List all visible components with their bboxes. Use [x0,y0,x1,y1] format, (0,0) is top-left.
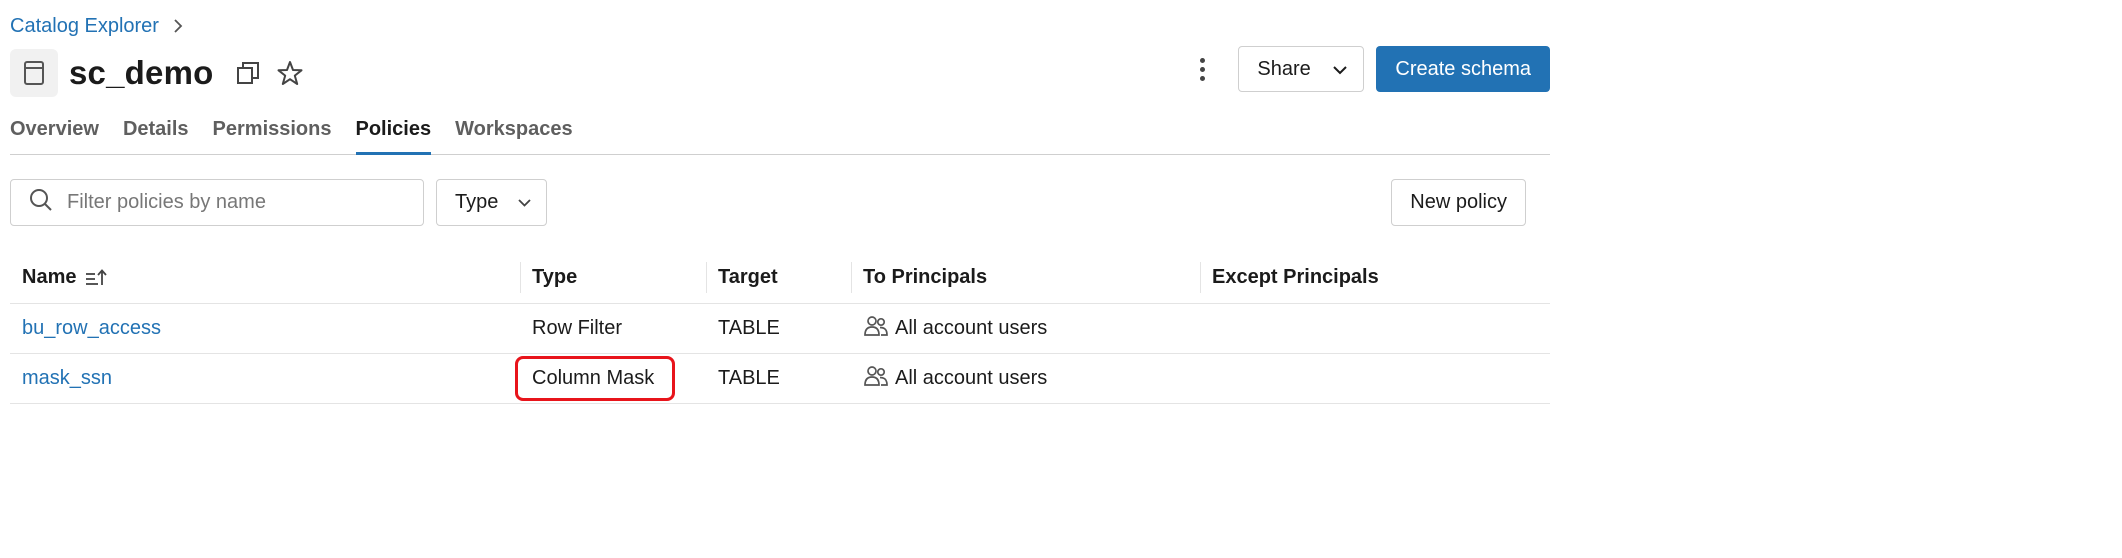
page-title: sc_demo [69,54,214,91]
users-icon [863,365,889,393]
chevron-right-icon [173,19,183,33]
copy-icon[interactable] [235,60,261,86]
create-schema-button[interactable]: Create schema [1376,46,1550,92]
chevron-down-icon [518,191,531,214]
type-filter-dropdown[interactable]: Type [436,179,547,226]
schema-icon [10,49,58,97]
policy-target: TABLE [718,317,780,339]
column-header-type[interactable]: Type [520,252,706,303]
policies-table: Name Type Target To Principals Except Pr… [10,252,1550,404]
kebab-menu-icon[interactable] [1188,46,1216,92]
policy-type: Row Filter [532,317,623,339]
users-icon [863,315,889,343]
principal-label: All account users [895,317,1048,339]
tab-workspaces[interactable]: Workspaces [455,108,572,154]
breadcrumb-catalog-explorer[interactable]: Catalog Explorer [10,15,159,38]
policy-target: TABLE [718,367,780,389]
column-header-to-principals[interactable]: To Principals [851,252,1200,303]
column-header-target[interactable]: Target [706,252,851,303]
table-row[interactable]: bu_row_access Row Filter TABLE All accou… [10,304,1550,354]
catalog-explorer-page: Catalog Explorer sc_demo Share Create sc… [0,0,1560,558]
principal-entry: All account users [863,365,1047,393]
breadcrumb: Catalog Explorer [10,12,183,40]
share-button[interactable]: Share [1238,46,1365,92]
search-input[interactable] [65,190,399,215]
tab-details[interactable]: Details [123,108,189,154]
search-icon [29,188,53,217]
except-principals [1200,354,1550,403]
page-header: sc_demo [10,48,303,98]
table-header-row: Name Type Target To Principals Except Pr… [10,252,1550,304]
sort-ascending-icon[interactable] [84,268,108,288]
policy-name-link[interactable]: bu_row_access [22,317,161,340]
tab-bar: Overview Details Permissions Policies Wo… [10,108,1550,155]
policy-name-link[interactable]: mask_ssn [22,367,112,390]
principal-entry: All account users [863,315,1047,343]
column-header-except-principals[interactable]: Except Principals [1200,252,1550,303]
tab-overview[interactable]: Overview [10,108,99,154]
table-row[interactable]: mask_ssn Column Mask TABLE All account u… [10,354,1550,404]
except-principals [1200,304,1550,353]
tab-permissions[interactable]: Permissions [213,108,332,154]
chevron-down-icon [1333,58,1347,81]
principal-label: All account users [895,367,1048,389]
column-header-name[interactable]: Name [10,252,520,303]
search-box [10,179,424,226]
type-filter-label: Type [455,191,499,213]
new-policy-button[interactable]: New policy [1391,179,1526,226]
column-header-label: Name [22,266,77,288]
tab-policies[interactable]: Policies [355,108,431,155]
policy-type: Column Mask [532,367,655,389]
header-actions: Share Create schema [1188,46,1550,92]
share-label: Share [1257,57,1311,80]
star-icon[interactable] [277,60,303,86]
